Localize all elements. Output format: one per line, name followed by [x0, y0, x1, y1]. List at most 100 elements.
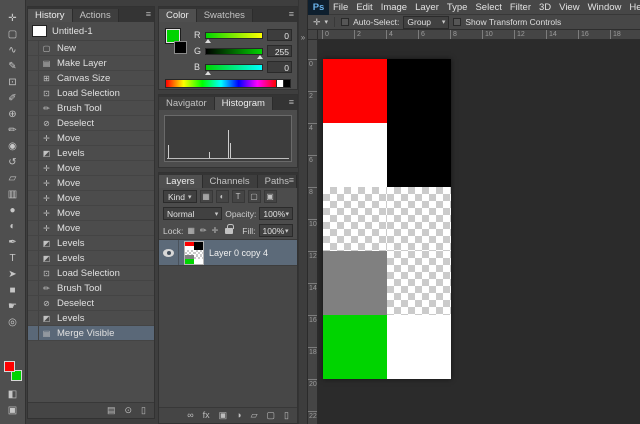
path-selection-tool[interactable]: ➤: [3, 266, 23, 282]
history-state[interactable]: ▢ New: [28, 41, 154, 56]
menu-item[interactable]: Select: [471, 2, 505, 13]
document-canvas[interactable]: [323, 59, 451, 379]
zoom-tool[interactable]: ◎: [3, 314, 23, 330]
history-state[interactable]: ▤ Make Layer: [28, 56, 154, 71]
lock-pixels-icon[interactable]: ✏: [199, 226, 208, 235]
history-state[interactable]: ✛ Move: [28, 191, 154, 206]
eye-icon[interactable]: [163, 249, 174, 257]
clone-stamp-tool[interactable]: ◉: [3, 138, 23, 154]
panel-tab[interactable]: Histogram: [215, 97, 273, 110]
spectrum-black-swatch[interactable]: [283, 80, 290, 87]
crop-tool[interactable]: ⊡: [3, 74, 23, 90]
rectangular-marquee-tool[interactable]: ▢: [3, 26, 23, 42]
channel-value-field[interactable]: 255: [267, 45, 292, 57]
history-state[interactable]: ✏ Brush Tool: [28, 281, 154, 296]
new-snapshot-icon[interactable]: ⊙: [125, 406, 133, 415]
color-spectrum-ramp[interactable]: [165, 79, 291, 88]
channel-value-field[interactable]: 0: [267, 61, 292, 73]
menu-item[interactable]: File: [329, 2, 352, 13]
panel-tab[interactable]: Swatches: [197, 9, 253, 22]
add-layer-mask-icon[interactable]: ▣: [219, 411, 228, 420]
screen-mode-icon[interactable]: ▣: [3, 402, 23, 418]
auto-select-target-dropdown[interactable]: Group ▾: [403, 16, 449, 29]
move-tool[interactable]: ✛: [3, 10, 23, 26]
history-state[interactable]: ◩ Levels: [28, 236, 154, 251]
layer-effects-icon[interactable]: fx: [203, 411, 210, 420]
history-state[interactable]: ▤ Merge Visible: [28, 326, 154, 341]
history-state[interactable]: ✛ Move: [28, 221, 154, 236]
hand-tool[interactable]: ☛: [3, 298, 23, 314]
slider-thumb-icon[interactable]: [205, 39, 211, 43]
history-state[interactable]: ⊡ Load Selection: [28, 266, 154, 281]
history-state[interactable]: ⊘ Deselect: [28, 116, 154, 131]
new-group-icon[interactable]: ▱: [251, 411, 258, 420]
filter-shape-layers-icon[interactable]: ▢: [248, 190, 261, 203]
menu-item[interactable]: Window: [584, 2, 626, 13]
panel-tab[interactable]: Color: [159, 9, 197, 22]
history-brush-source-well[interactable]: [28, 161, 39, 175]
history-brush-source-well[interactable]: [28, 281, 39, 295]
foreground-color-swatch[interactable]: [4, 361, 15, 372]
panel-tab[interactable]: Navigator: [159, 97, 215, 110]
menu-item[interactable]: View: [555, 2, 583, 13]
brush-tool[interactable]: ✏: [3, 122, 23, 138]
quick-selection-tool[interactable]: ✎: [3, 58, 23, 74]
filter-type-layers-icon[interactable]: T: [232, 190, 245, 203]
menu-item[interactable]: 3D: [535, 2, 555, 13]
history-brush-source-well[interactable]: [28, 206, 39, 220]
panel-tab[interactable]: Layers: [159, 175, 203, 188]
fill-field[interactable]: 100% ▾: [259, 224, 293, 237]
filter-smart-objects-icon[interactable]: ▣: [264, 190, 277, 203]
panel-tab[interactable]: Actions: [73, 9, 119, 22]
history-brush-source-well[interactable]: [28, 221, 39, 235]
pen-tool[interactable]: ✒: [3, 234, 23, 250]
new-document-from-state-icon[interactable]: ▤: [107, 406, 116, 415]
spectrum-gradient[interactable]: [166, 80, 276, 87]
history-snapshot-row[interactable]: Untitled-1: [28, 22, 154, 41]
gradient-tool[interactable]: ▥: [3, 186, 23, 202]
history-state[interactable]: ◩ Levels: [28, 251, 154, 266]
layer-visibility-well[interactable]: [159, 240, 179, 265]
menu-item[interactable]: Help: [625, 2, 640, 13]
panel-menu-icon[interactable]: ≡: [289, 9, 294, 19]
spectrum-white-swatch[interactable]: [276, 80, 283, 87]
type-tool[interactable]: T: [3, 250, 23, 266]
history-brush-source-well[interactable]: [28, 176, 39, 190]
history-brush-source-well[interactable]: [28, 86, 39, 100]
eraser-tool[interactable]: ▱: [3, 170, 23, 186]
eyedropper-tool[interactable]: ✐: [3, 90, 23, 106]
delete-state-icon[interactable]: ▯: [141, 406, 146, 415]
menu-item[interactable]: Image: [377, 2, 411, 13]
history-state[interactable]: ✛ Move: [28, 131, 154, 146]
lock-transparency-icon[interactable]: ▦: [186, 226, 196, 235]
panel-menu-icon[interactable]: ≡: [146, 9, 151, 19]
blend-mode-dropdown[interactable]: Normal ▾: [163, 207, 222, 220]
history-brush-source-well[interactable]: [28, 326, 39, 340]
background-color-swatch[interactable]: [174, 41, 187, 54]
history-brush-source-well[interactable]: [28, 56, 39, 70]
history-brush-source-well[interactable]: [28, 251, 39, 265]
lock-position-icon[interactable]: ✛: [211, 226, 220, 235]
slider-thumb-icon[interactable]: [205, 71, 211, 75]
history-state[interactable]: ✛ Move: [28, 161, 154, 176]
history-state[interactable]: ⊘ Deselect: [28, 296, 154, 311]
history-brush-source-well[interactable]: [28, 266, 39, 280]
channel-value-field[interactable]: 0: [267, 29, 292, 41]
dodge-tool[interactable]: ◐: [3, 218, 23, 234]
channel-slider[interactable]: [205, 64, 263, 71]
layer-row[interactable]: Layer 0 copy 4: [159, 240, 297, 266]
blur-tool[interactable]: ●: [3, 202, 23, 218]
new-adjustment-layer-icon[interactable]: ◑: [236, 411, 241, 420]
history-brush-source-well[interactable]: [28, 101, 39, 115]
slider-thumb-icon[interactable]: [257, 55, 263, 59]
filter-kind-dropdown[interactable]: Kind ▾: [163, 190, 197, 203]
layer-name[interactable]: Layer 0 copy 4: [209, 248, 268, 258]
auto-select-checkbox[interactable]: [341, 18, 349, 26]
panel-menu-icon[interactable]: ≡: [289, 97, 294, 107]
new-layer-icon[interactable]: ▢: [267, 411, 276, 420]
history-brush-source-well[interactable]: [28, 71, 39, 85]
menu-item[interactable]: Filter: [506, 2, 535, 13]
history-brush-source-well[interactable]: [28, 236, 39, 250]
history-state[interactable]: ◩ Levels: [28, 146, 154, 161]
menu-item[interactable]: Type: [443, 2, 472, 13]
